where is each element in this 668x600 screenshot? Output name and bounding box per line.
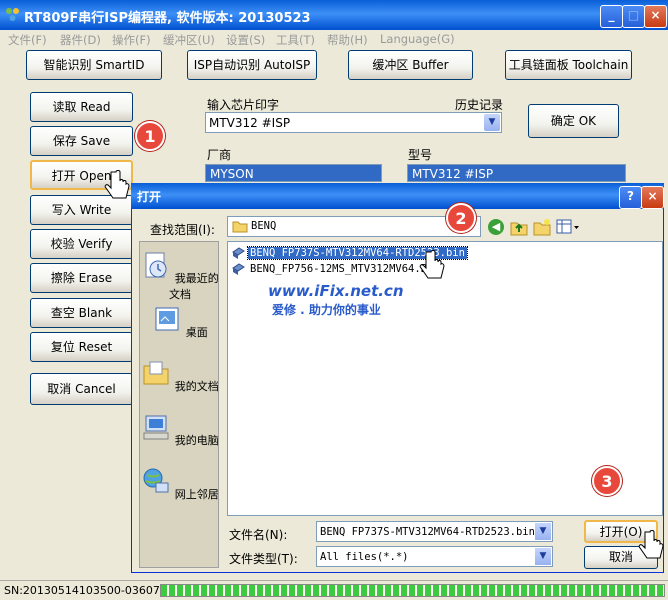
cancel-op-button[interactable]: 取消 Cancel xyxy=(30,373,133,405)
verify-button[interactable]: 校验 Verify xyxy=(30,229,133,259)
save-button[interactable]: 保存 Save xyxy=(30,126,133,156)
hand-cursor-icon xyxy=(104,170,130,199)
filetype-combo[interactable]: All files(*.*) ▼ xyxy=(316,546,553,567)
hand-cursor-icon xyxy=(419,250,445,279)
ok-button[interactable]: 确定 OK xyxy=(528,104,619,138)
network-places-icon xyxy=(143,468,169,493)
places-bar: 我最近的文档 桌面 我的文档 我的电脑 网上邻居 xyxy=(139,241,219,568)
serial-number: SN:20130514103500-036077 xyxy=(4,584,167,597)
callout-3: 3 xyxy=(592,466,622,496)
place-documents[interactable]: 我的文档 xyxy=(140,358,220,394)
lookin-combo[interactable]: BENQ xyxy=(227,216,481,237)
minimize-button[interactable]: _ xyxy=(600,5,623,28)
window-title: RT809F串行ISP编程器, 软件版本: 20130523 xyxy=(24,11,311,26)
filename-value: BENQ FP737S-MTV312MV64-RTD2523.bin xyxy=(320,526,535,538)
watermark-slogan: 爱修 . 助力你的事业 xyxy=(272,303,381,317)
autoisp-button[interactable]: ISP自动识别 AutoISP xyxy=(187,50,317,80)
my-documents-icon xyxy=(143,361,169,385)
menu-bar: 文件(F) 器件(D) 操作(F) 缓冲区(U) 设置(S) 工具(T) 帮助(… xyxy=(0,30,668,48)
erase-button[interactable]: 擦除 Erase xyxy=(30,263,133,293)
chevron-down-icon[interactable]: ▼ xyxy=(484,114,500,131)
chevron-down-icon[interactable]: ▼ xyxy=(535,523,551,540)
maximize-button[interactable]: □ xyxy=(622,5,645,28)
dialog-help-button[interactable]: ? xyxy=(619,186,642,209)
chip-input-label: 输入芯片印字 xyxy=(207,98,280,112)
menu-settings[interactable]: 设置(S) xyxy=(226,32,265,48)
close-button[interactable]: × xyxy=(644,5,667,28)
desktop-icon xyxy=(155,307,179,331)
place-recent[interactable]: 我最近的文档 xyxy=(140,250,220,302)
history-label: 历史记录 xyxy=(455,98,504,112)
lookin-value: BENQ xyxy=(251,220,277,232)
model-label: 型号 xyxy=(408,148,433,162)
place-computer-label: 我的电脑 xyxy=(174,434,219,447)
filename-label: 文件名(N): xyxy=(229,528,288,542)
buffer-button[interactable]: 缓冲区 Buffer xyxy=(348,50,473,80)
menu-help[interactable]: 帮助(H) xyxy=(327,32,368,48)
my-computer-icon xyxy=(143,415,169,440)
menu-language[interactable]: Language(G) xyxy=(380,32,455,46)
toolchain-button[interactable]: 工具链面板 Toolchain xyxy=(505,50,632,80)
menu-buffer[interactable]: 缓冲区(U) xyxy=(163,32,215,48)
place-recent-label: 我最近的文档 xyxy=(169,272,219,301)
place-desktop[interactable]: 桌面 xyxy=(140,304,220,340)
bin-file-icon xyxy=(232,247,245,259)
file-name: BENQ_FP756-12MS_MTV312MV64.BIN xyxy=(250,263,440,275)
new-folder-icon[interactable] xyxy=(533,218,551,236)
callout-2: 2 xyxy=(446,203,476,233)
callout-1: 1 xyxy=(135,121,165,151)
model-field: MTV312 #ISP xyxy=(407,164,626,182)
reset-button[interactable]: 复位 Reset xyxy=(30,332,133,362)
read-button[interactable]: 读取 Read xyxy=(30,92,133,122)
chip-input-combo[interactable]: MTV312 #ISP ▼ xyxy=(205,112,502,133)
window-title-bar: RT809F串行ISP编程器, 软件版本: 20130523 _ □ × xyxy=(0,0,668,30)
menu-device[interactable]: 器件(D) xyxy=(60,32,101,48)
place-computer[interactable]: 我的电脑 xyxy=(140,412,220,448)
progress-bar xyxy=(160,584,665,597)
place-desktop-label: 桌面 xyxy=(185,326,208,339)
hand-cursor-icon xyxy=(638,530,664,559)
watermark-url: www.iFix.net.cn xyxy=(268,282,404,300)
up-folder-icon[interactable] xyxy=(510,218,528,236)
folder-icon xyxy=(232,221,248,233)
app-icon xyxy=(6,8,19,21)
vendor-field: MYSON xyxy=(205,164,382,182)
back-icon[interactable]: ◀ xyxy=(488,219,504,235)
filetype-label: 文件类型(T): xyxy=(229,552,298,566)
bin-file-icon xyxy=(232,263,245,275)
chevron-down-icon[interactable]: ▼ xyxy=(535,548,551,565)
menu-tools[interactable]: 工具(T) xyxy=(276,32,315,48)
smartid-button[interactable]: 智能识别 SmartID xyxy=(26,50,162,80)
dialog-title-bar: 打开 ? × xyxy=(131,183,664,209)
filetype-value: All files(*.*) xyxy=(320,551,409,563)
place-network[interactable]: 网上邻居 xyxy=(140,466,220,502)
place-documents-label: 我的文档 xyxy=(174,380,219,393)
recent-documents-icon xyxy=(145,252,167,278)
place-network-label: 网上邻居 xyxy=(174,488,219,501)
filename-combo[interactable]: BENQ FP737S-MTV312MV64-RTD2523.bin ▼ xyxy=(316,521,553,542)
vendor-label: 厂商 xyxy=(207,148,232,162)
menu-operation[interactable]: 操作(F) xyxy=(112,32,151,48)
dialog-close-button[interactable]: × xyxy=(641,186,664,209)
chip-input-value: MTV312 #ISP xyxy=(209,116,291,130)
dialog-title: 打开 xyxy=(137,190,162,204)
blank-button[interactable]: 查空 Blank xyxy=(30,298,133,328)
menu-file[interactable]: 文件(F) xyxy=(8,32,47,48)
lookin-label: 查找范围(I): xyxy=(150,223,215,237)
views-menu-icon[interactable] xyxy=(556,218,580,236)
